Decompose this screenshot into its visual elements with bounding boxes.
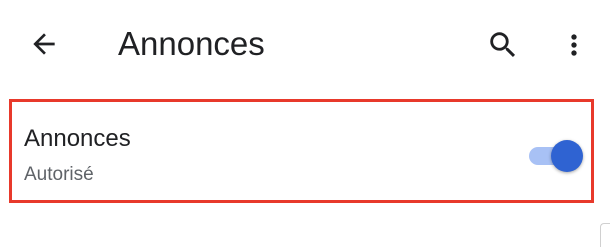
scroll-edge-indicator xyxy=(600,223,610,247)
back-button[interactable] xyxy=(26,26,62,62)
more-options-button[interactable] xyxy=(556,26,592,64)
page-title: Annonces xyxy=(118,25,265,62)
screen: Annonces Annonces Autorisé xyxy=(0,0,610,247)
search-icon xyxy=(490,32,516,58)
ads-setting-row[interactable]: Annonces Autorisé xyxy=(9,99,594,203)
arrow-back-icon xyxy=(33,33,55,55)
app-bar: Annonces xyxy=(0,0,610,88)
search-button[interactable] xyxy=(484,26,522,64)
more-vert-icon xyxy=(571,34,577,56)
setting-label: Annonces xyxy=(24,125,131,152)
ads-toggle-switch[interactable] xyxy=(524,138,584,174)
toggle-thumb xyxy=(551,140,583,172)
setting-status: Autorisé xyxy=(24,164,94,185)
